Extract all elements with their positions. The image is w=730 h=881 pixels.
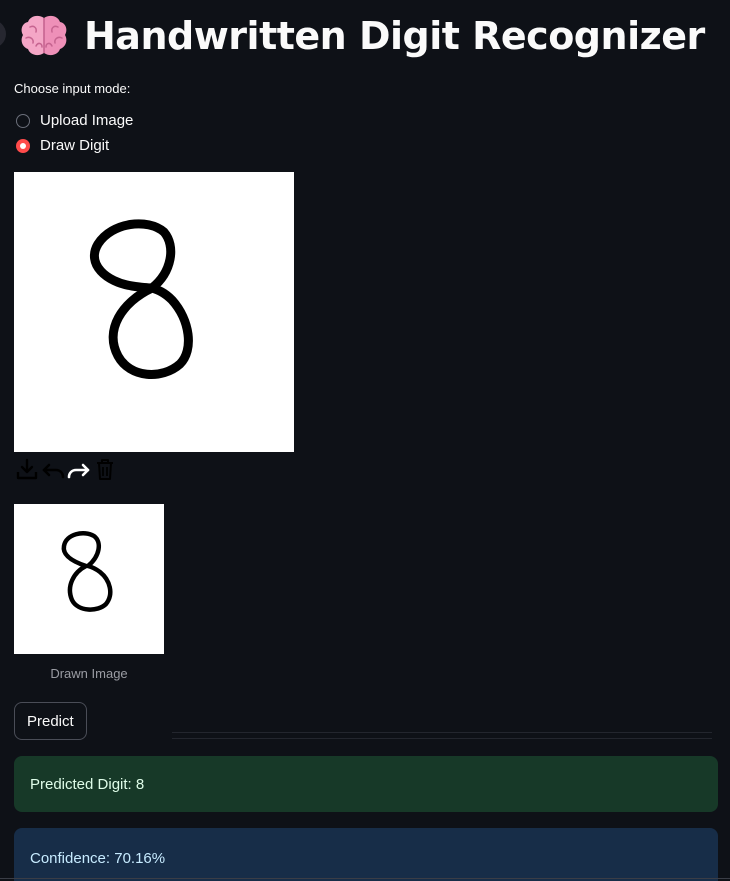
download-icon — [16, 458, 38, 480]
drawn-digit-stroke — [89, 219, 193, 379]
undo-icon — [42, 463, 65, 479]
confidence-result: Confidence: 70.16% — [14, 828, 718, 881]
clear-button[interactable] — [92, 456, 118, 482]
input-mode-radio-group: Upload Image Draw Digit — [16, 108, 133, 158]
prediction-result: Predicted Digit: 8 — [14, 756, 718, 812]
download-button[interactable] — [14, 456, 40, 482]
bottom-border — [0, 878, 730, 879]
radio-upload-image[interactable]: Upload Image — [16, 108, 133, 133]
undo-button[interactable] — [40, 456, 66, 482]
predict-button[interactable]: Predict — [14, 702, 87, 740]
divider-line — [172, 738, 712, 739]
radio-label-upload: Upload Image — [40, 112, 134, 129]
canvas-toolbar — [14, 456, 118, 482]
brain-icon — [21, 15, 67, 56]
page-title: Handwritten Digit Recognizer — [84, 14, 705, 58]
radio-unchecked-icon[interactable] — [16, 113, 30, 128]
radio-draw-digit[interactable]: Draw Digit — [16, 133, 133, 158]
sidebar-toggle[interactable] — [0, 20, 6, 48]
image-caption: Drawn Image — [50, 666, 128, 681]
app-page: Handwritten Digit Recognizer Choose inpu… — [0, 0, 730, 881]
preview-digit-stroke — [61, 531, 113, 612]
input-mode-label: Choose input mode: — [14, 81, 131, 96]
redo-button[interactable] — [66, 456, 92, 482]
divider-line — [172, 732, 712, 733]
drawing-canvas[interactable] — [14, 172, 294, 452]
drawn-image-preview — [14, 504, 164, 654]
trash-icon — [97, 459, 113, 480]
radio-label-draw: Draw Digit — [40, 137, 110, 154]
radio-checked-icon[interactable] — [16, 138, 30, 153]
redo-icon — [67, 463, 90, 479]
header: Handwritten Digit Recognizer — [18, 8, 705, 64]
